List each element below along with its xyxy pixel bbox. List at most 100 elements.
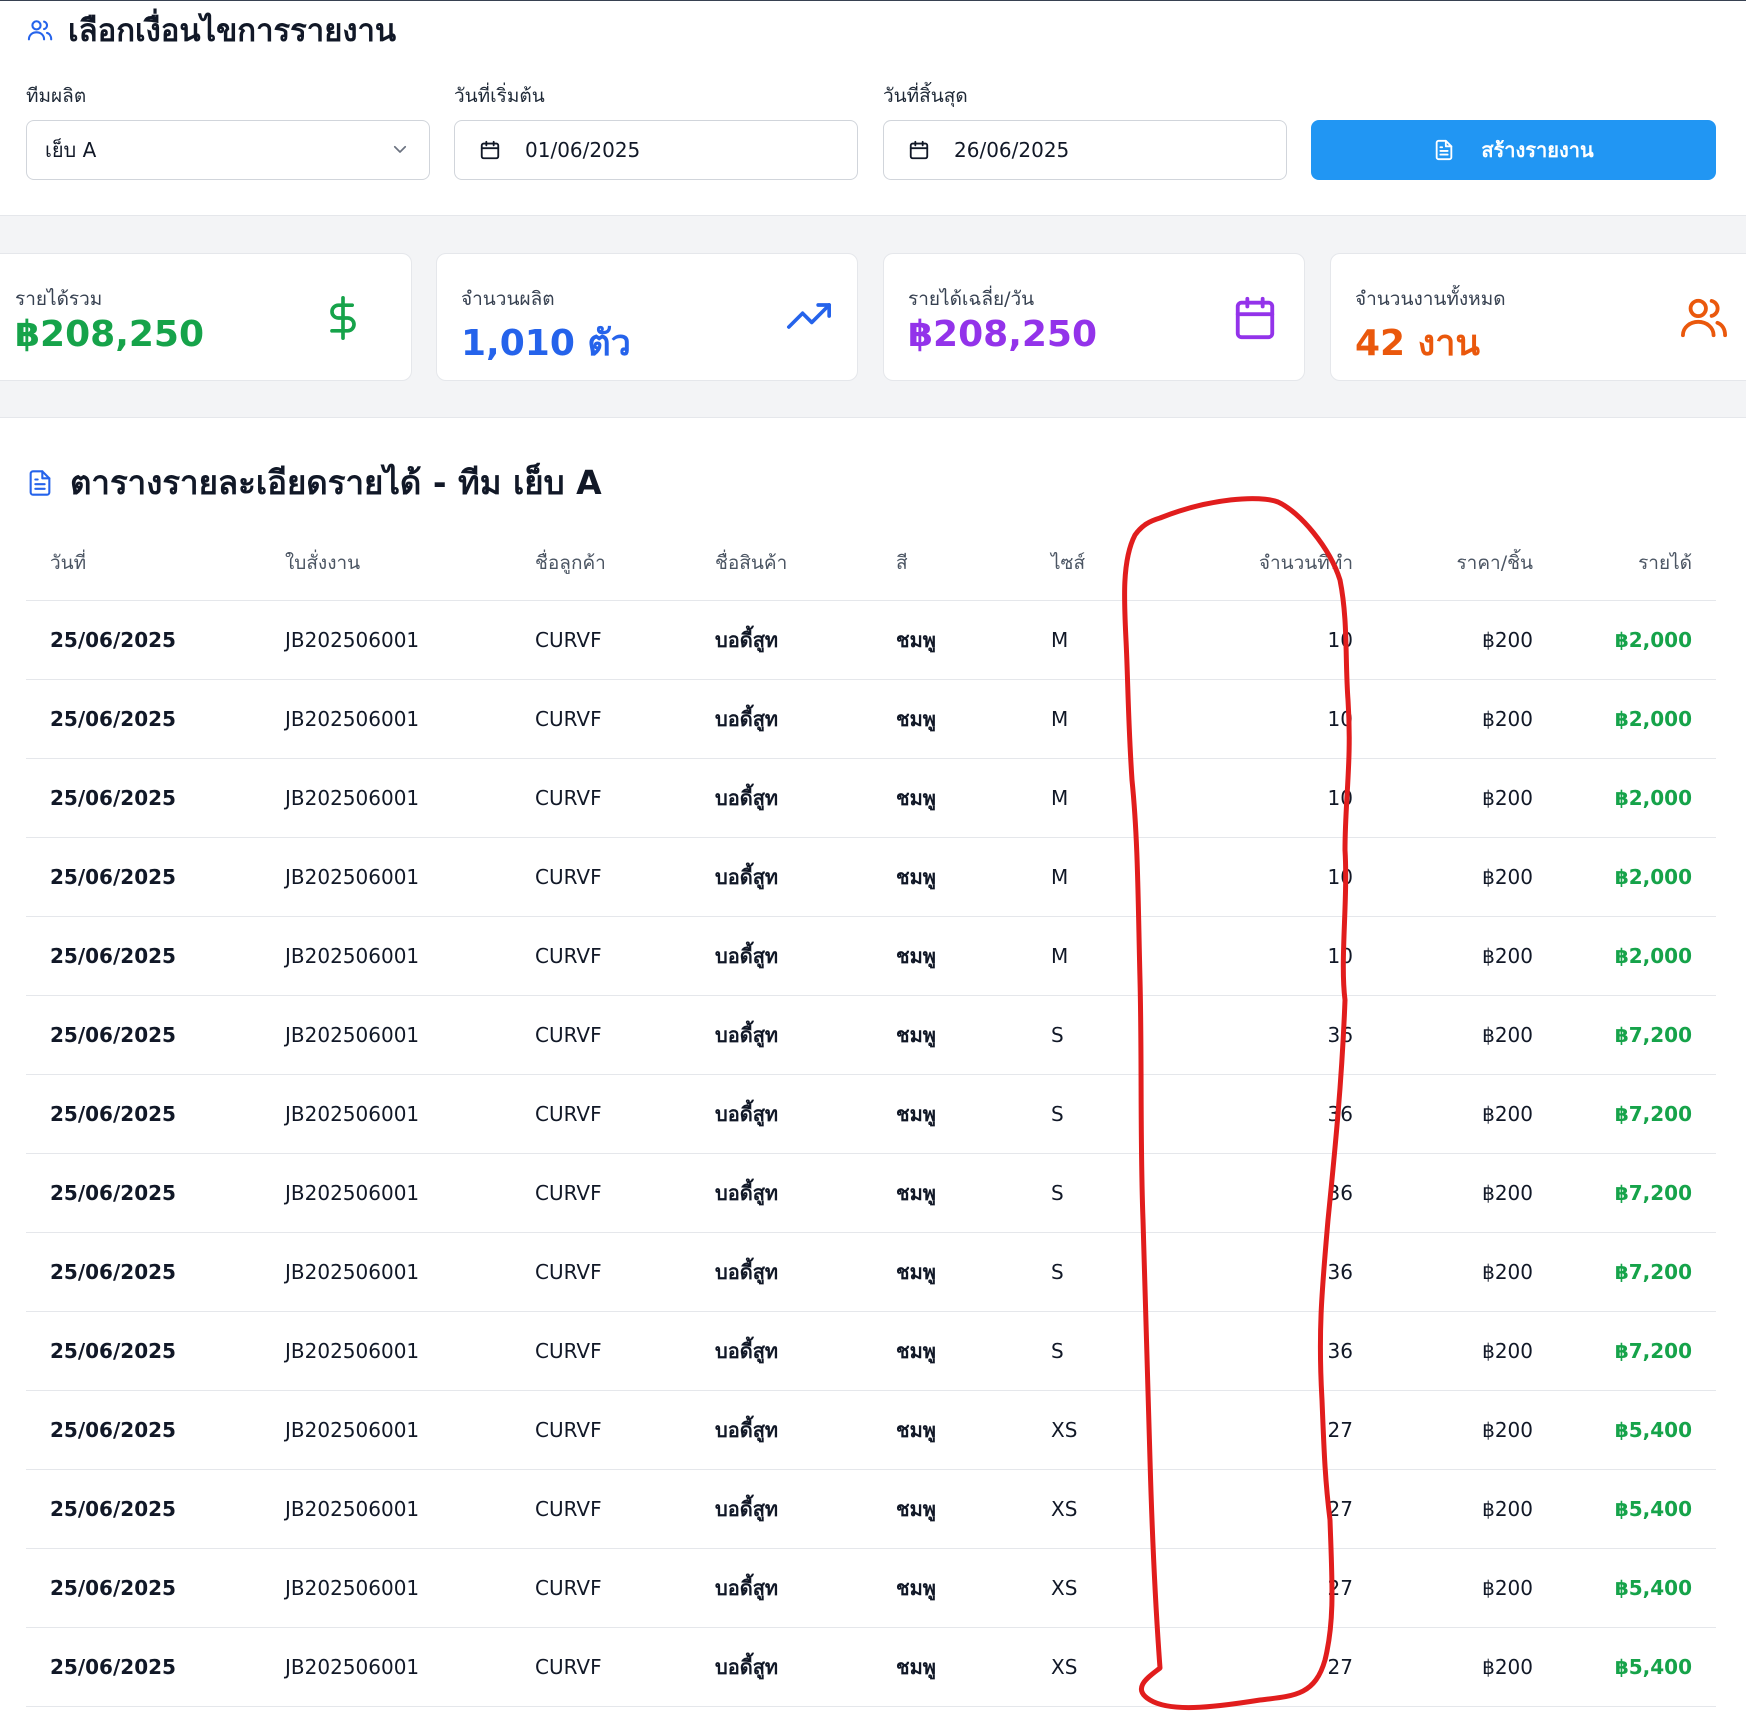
cell-income: ฿2,000 (1557, 837, 1716, 917)
cell-unit-price: ฿200 (1377, 837, 1557, 917)
cell-unit-price: ฿200 (1377, 1390, 1557, 1470)
cell-quantity: 10 (1152, 600, 1377, 680)
cell-date: 25/06/2025 (26, 995, 261, 1075)
stat-label: รายได้เฉลี่ย/วัน (908, 288, 1035, 310)
cell-size: XS (1027, 1390, 1152, 1470)
cell-product: บอดี้สูท (691, 1153, 872, 1233)
cell-size: S (1027, 995, 1152, 1075)
cell-job-order: JB202506001 (261, 1232, 511, 1312)
cell-customer: CURVF (511, 1548, 691, 1628)
col-header-job-order[interactable]: ใบสั่งงาน (261, 526, 511, 601)
cell-income: ฿5,400 (1557, 1390, 1716, 1470)
col-header-date[interactable]: วันที่ (26, 526, 261, 601)
table-row[interactable]: 25/06/2025 JB202506001 CURVF บอดี้สูท ชมพู XS… (26, 1627, 1716, 1707)
col-header-color[interactable]: สี (872, 526, 1027, 601)
table-row[interactable]: 25/06/2025 JB202506001 CURVF บอดี้สูท ชมพู S 3… (26, 1153, 1716, 1233)
cell-unit-price: ฿200 (1377, 679, 1557, 759)
cell-product: บอดี้สูท (691, 916, 872, 996)
table-header-row: วันที่ ใบสั่งงาน ชื่อลูกค้า ชื่อสินค้า ส… (26, 526, 1716, 601)
cell-quantity: 10 (1152, 758, 1377, 838)
end-date-input[interactable]: 26/06/2025 (883, 120, 1287, 180)
cell-quantity: 36 (1152, 1311, 1377, 1391)
cell-date: 25/06/2025 (26, 1627, 261, 1707)
col-header-income[interactable]: รายได้ (1557, 526, 1716, 601)
cell-customer: CURVF (511, 1390, 691, 1470)
col-header-unit-price[interactable]: ราคา/ชิ้น (1377, 526, 1557, 601)
cell-product: บอดี้สูท (691, 1074, 872, 1154)
cell-date: 25/06/2025 (26, 1469, 261, 1549)
cell-unit-price: ฿200 (1377, 1232, 1557, 1312)
stat-card-total-income: รายได้รวม ฿208,250 (0, 253, 412, 381)
calendar-icon (1232, 294, 1278, 346)
file-text-icon (26, 467, 54, 499)
cell-color: ชมพู (872, 600, 1027, 680)
start-date-input[interactable]: 01/06/2025 (454, 120, 858, 180)
cell-income: ฿5,400 (1557, 1469, 1716, 1549)
cell-income: ฿7,200 (1557, 1074, 1716, 1154)
col-header-product[interactable]: ชื่อสินค้า (691, 526, 872, 601)
cell-date: 25/06/2025 (26, 837, 261, 917)
cell-job-order: JB202506001 (261, 1074, 511, 1154)
cell-quantity: 27 (1152, 1548, 1377, 1628)
cell-job-order: JB202506001 (261, 1627, 511, 1707)
table-row[interactable]: 25/06/2025 JB202506001 CURVF บอดี้สูท ชมพู S 3… (26, 1074, 1716, 1154)
cell-job-order: JB202506001 (261, 995, 511, 1075)
cell-unit-price: ฿200 (1377, 916, 1557, 996)
cell-income: ฿5,400 (1557, 1548, 1716, 1628)
table-row[interactable]: 25/06/2025 JB202506001 CURVF บอดี้สูท ชมพู S 3… (26, 995, 1716, 1075)
dollar-icon (321, 294, 365, 346)
income-table-panel: ตารางรายละเอียดรายได้ - ทีม เย็บ A วันที… (0, 417, 1746, 1717)
cell-customer: CURVF (511, 600, 691, 680)
cell-customer: CURVF (511, 679, 691, 759)
table-row[interactable]: 25/06/2025 JB202506001 CURVF บอดี้สูท ชมพู M 1… (26, 600, 1716, 680)
cell-date: 25/06/2025 (26, 1390, 261, 1470)
cell-unit-price: ฿200 (1377, 995, 1557, 1075)
table-row[interactable]: 25/06/2025 JB202506001 CURVF บอดี้สูท ชมพู M 1… (26, 758, 1716, 838)
cell-product: บอดี้สูท (691, 679, 872, 759)
filter-title: เลือกเงื่อนไขการรายงาน (68, 13, 397, 49)
table-row[interactable]: 25/06/2025 JB202506001 CURVF บอดี้สูท ชมพู M 1… (26, 837, 1716, 917)
table-row[interactable]: 25/06/2025 JB202506001 CURVF บอดี้สูท ชมพู M 1… (26, 916, 1716, 996)
cell-product: บอดี้สูท (691, 1232, 872, 1312)
cell-color: ชมพู (872, 758, 1027, 838)
table-row[interactable]: 25/06/2025 JB202506001 CURVF บอดี้สูท ชมพู M 1… (26, 679, 1716, 759)
col-header-size[interactable]: ไซส์ (1027, 526, 1152, 601)
create-report-button[interactable]: สร้างรายงาน (1311, 120, 1716, 180)
team-label: ทีมผลิต (26, 85, 87, 107)
cell-size: M (1027, 679, 1152, 759)
calendar-icon (479, 139, 501, 161)
cell-color: ชมพู (872, 1311, 1027, 1391)
cell-customer: CURVF (511, 1311, 691, 1391)
cell-unit-price: ฿200 (1377, 1311, 1557, 1391)
cell-product: บอดี้สูท (691, 1311, 872, 1391)
cell-date: 25/06/2025 (26, 758, 261, 838)
table-row[interactable]: 25/06/2025 JB202506001 CURVF บอดี้สูท ชมพู S 3… (26, 1311, 1716, 1391)
cell-job-order: JB202506001 (261, 916, 511, 996)
col-header-customer[interactable]: ชื่อลูกค้า (511, 526, 691, 601)
table-row[interactable]: 25/06/2025 JB202506001 CURVF บอดี้สูท ชมพู XS… (26, 1469, 1716, 1549)
cell-color: ชมพู (872, 679, 1027, 759)
cell-income: ฿7,200 (1557, 1153, 1716, 1233)
table-row[interactable]: 25/06/2025 JB202506001 CURVF บอดี้สูท ชมพู S 3… (26, 1232, 1716, 1312)
cell-date: 25/06/2025 (26, 916, 261, 996)
col-header-quantity[interactable]: จำนวนที่ทำ (1152, 526, 1377, 601)
cell-size: M (1027, 916, 1152, 996)
cell-job-order: JB202506001 (261, 758, 511, 838)
cell-quantity: 27 (1152, 1390, 1377, 1470)
cell-customer: CURVF (511, 1074, 691, 1154)
file-text-icon (1433, 139, 1455, 161)
table-row[interactable]: 25/06/2025 JB202506001 CURVF บอดี้สูท ชมพู XS… (26, 1390, 1716, 1470)
cell-date: 25/06/2025 (26, 1153, 261, 1233)
cell-date: 25/06/2025 (26, 1548, 261, 1628)
trending-up-icon (785, 294, 833, 342)
cell-job-order: JB202506001 (261, 1390, 511, 1470)
table-row[interactable]: 25/06/2025 JB202506001 CURVF บอดี้สูท ชมพู XS… (26, 1548, 1716, 1628)
cell-date: 25/06/2025 (26, 600, 261, 680)
cell-income: ฿2,000 (1557, 600, 1716, 680)
users-icon (26, 16, 54, 44)
cell-quantity: 27 (1152, 1469, 1377, 1549)
team-select[interactable]: เย็บ A (26, 120, 430, 180)
cell-size: XS (1027, 1469, 1152, 1549)
cell-job-order: JB202506001 (261, 600, 511, 680)
stat-label: จำนวนผลิต (461, 288, 555, 310)
